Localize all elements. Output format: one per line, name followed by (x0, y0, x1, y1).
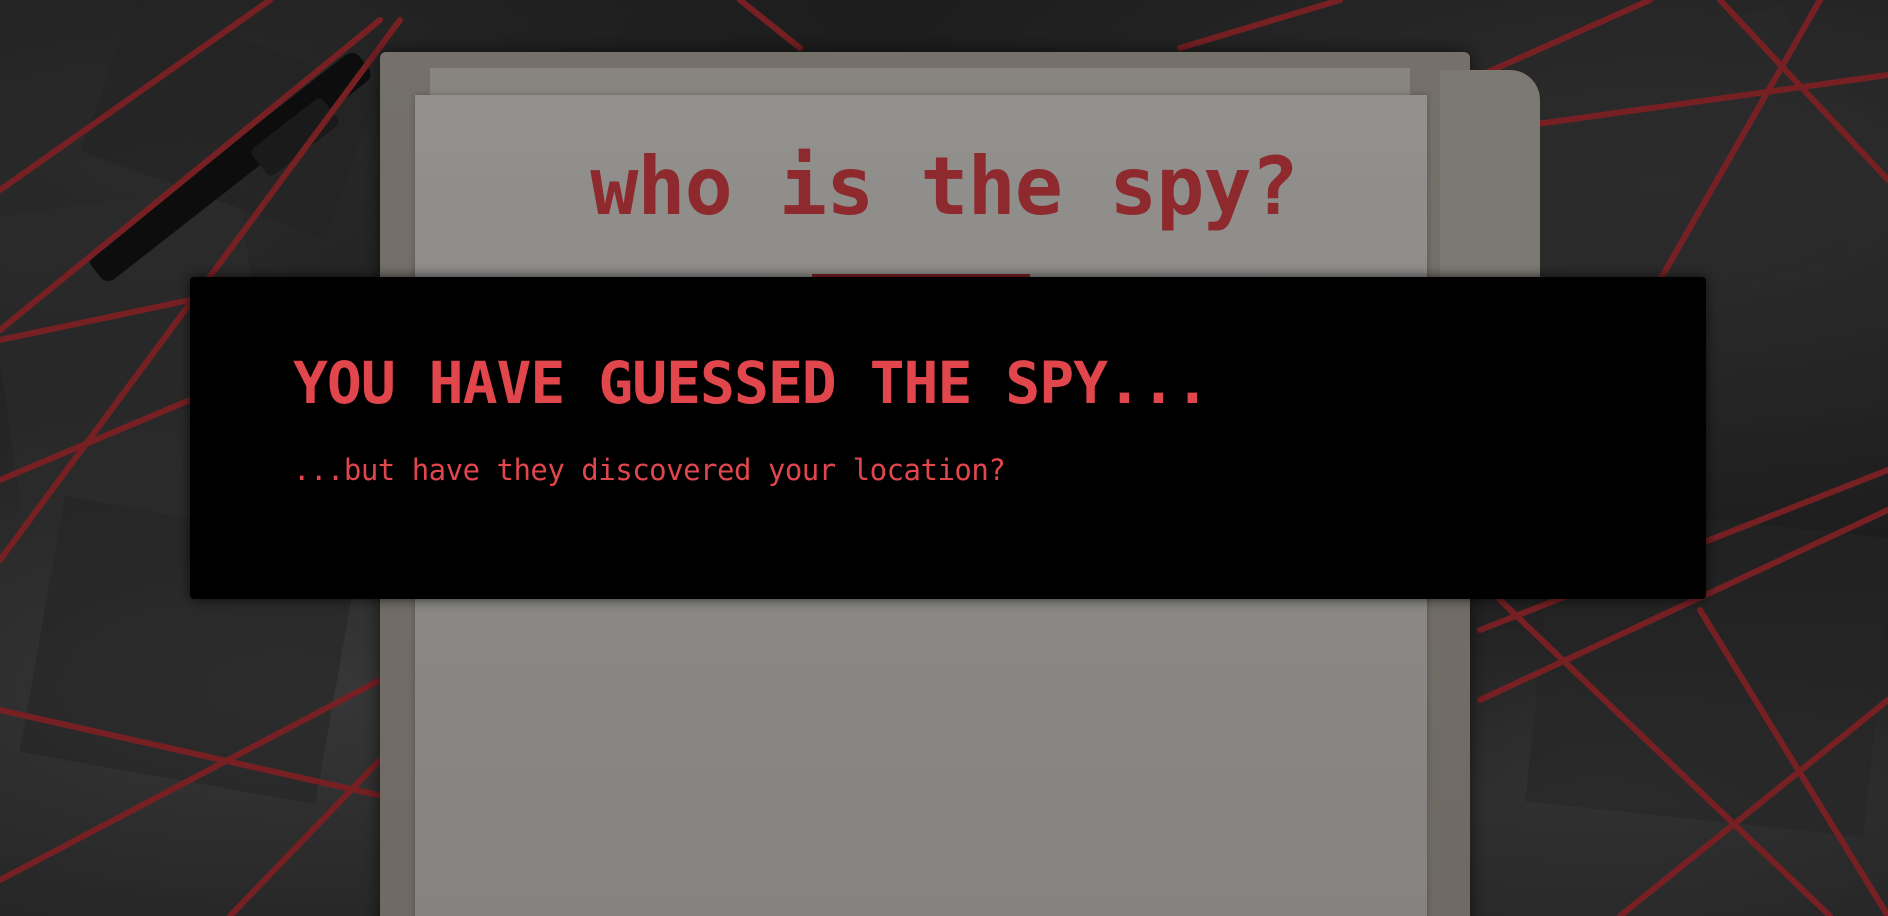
result-modal: YOU HAVE GUESSED THE SPY... ...but have … (190, 277, 1706, 599)
game-screen: who is the spy? YOU HAVE GUESSED THE SPY… (0, 0, 1888, 916)
modal-heading: YOU HAVE GUESSED THE SPY... (293, 349, 1210, 417)
page-title: who is the spy? (590, 140, 1298, 233)
modal-subtext: ...but have they discovered your locatio… (293, 453, 1006, 487)
